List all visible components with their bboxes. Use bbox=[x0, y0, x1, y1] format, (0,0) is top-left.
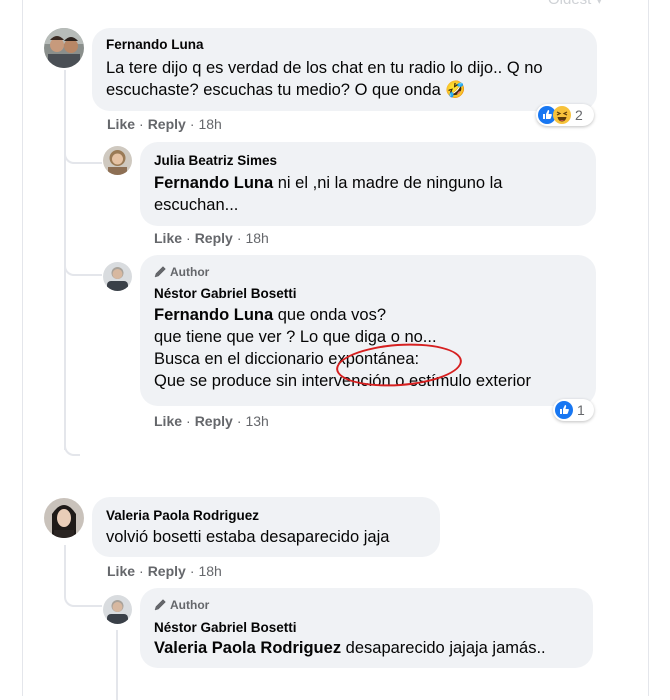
author-badge-label: Author bbox=[170, 265, 210, 279]
thread-connector bbox=[64, 140, 102, 164]
comment-actions: Like · Reply · 18h bbox=[107, 563, 222, 579]
page-border-right bbox=[648, 0, 649, 696]
comment-line: que onda vos? bbox=[273, 306, 387, 324]
commenter-name[interactable]: Néstor Gabriel Bosetti bbox=[154, 620, 297, 635]
thread-connector bbox=[64, 250, 102, 276]
comment-bubble: Author Néstor Gabriel Bosetti Valeria Pa… bbox=[140, 588, 593, 668]
reply-button[interactable]: Reply bbox=[195, 413, 233, 429]
commenter-name[interactable]: Néstor Gabriel Bosetti bbox=[154, 286, 297, 301]
commenter-name[interactable]: Valeria Paola Rodriguez bbox=[106, 508, 259, 523]
comment-text: Valeria Paola Rodriguez desaparecido jaj… bbox=[154, 637, 594, 659]
reaction-summary[interactable]: 2 bbox=[536, 104, 594, 126]
comment-actions: Like · Reply · 18h bbox=[107, 116, 222, 132]
like-button[interactable]: Like bbox=[107, 563, 135, 579]
comment-bubble: Fernando Luna La tere dijo q es verdad d… bbox=[92, 28, 597, 111]
timestamp[interactable]: 18h bbox=[245, 230, 268, 246]
thread-connector bbox=[64, 583, 102, 607]
like-icon bbox=[555, 401, 573, 419]
comment-text: La tere dijo q es verdad de los chat en … bbox=[106, 59, 543, 99]
mention-link[interactable]: Valeria Paola Rodriguez bbox=[154, 639, 341, 657]
pencil-icon bbox=[154, 599, 166, 611]
reply-button[interactable]: Reply bbox=[148, 563, 186, 579]
mention-link[interactable]: Fernando Luna bbox=[154, 306, 273, 324]
author-badge: Author bbox=[154, 265, 209, 279]
comment-text: volvió bosetti estaba desaparecido jaja bbox=[106, 528, 390, 546]
commenter-name[interactable]: Fernando Luna bbox=[106, 37, 204, 52]
comment-actions: Like · Reply · 18h bbox=[154, 230, 269, 246]
avatar-photo-icon bbox=[44, 28, 84, 68]
timestamp[interactable]: 13h bbox=[245, 413, 268, 429]
commenter-name[interactable]: Julia Beatriz Simes bbox=[154, 153, 277, 168]
reaction-count: 1 bbox=[577, 402, 585, 418]
like-button[interactable]: Like bbox=[154, 230, 182, 246]
author-badge-label: Author bbox=[170, 598, 210, 612]
avatar[interactable] bbox=[44, 498, 84, 538]
timestamp[interactable]: 18h bbox=[198, 563, 221, 579]
reaction-summary[interactable]: 1 bbox=[553, 399, 594, 421]
avatar[interactable] bbox=[103, 146, 132, 175]
comment-bubble: Valeria Paola Rodriguez volvió bosetti e… bbox=[92, 497, 440, 557]
like-button[interactable]: Like bbox=[154, 413, 182, 429]
pencil-icon bbox=[154, 266, 166, 278]
thread-line bbox=[116, 630, 118, 700]
avatar[interactable] bbox=[44, 28, 84, 68]
sort-dropdown[interactable]: Oldest ▾ bbox=[548, 0, 603, 8]
author-badge: Author bbox=[154, 598, 209, 612]
page-border-left bbox=[22, 0, 23, 696]
avatar[interactable] bbox=[103, 595, 132, 624]
comment-bubble: Julia Beatriz Simes Fernando Luna ni el … bbox=[140, 142, 596, 226]
mention-link[interactable]: Fernando Luna bbox=[154, 174, 273, 192]
timestamp[interactable]: 18h bbox=[198, 116, 221, 132]
reply-button[interactable]: Reply bbox=[195, 230, 233, 246]
avatar-photo-icon bbox=[103, 595, 132, 624]
avatar-photo-icon bbox=[103, 262, 132, 291]
avatar-photo-icon bbox=[44, 498, 84, 538]
reaction-count: 2 bbox=[575, 107, 583, 123]
comment-body: desaparecido jajaja jamás.. bbox=[341, 639, 546, 657]
thread-connector bbox=[64, 430, 80, 456]
comment-actions: Like · Reply · 13h bbox=[154, 413, 269, 429]
like-button[interactable]: Like bbox=[107, 116, 135, 132]
comment-text: Fernando Luna ni el ,ni la madre de ning… bbox=[154, 172, 574, 216]
reply-button[interactable]: Reply bbox=[148, 116, 186, 132]
avatar-photo-icon bbox=[103, 146, 132, 175]
avatar[interactable] bbox=[103, 262, 132, 291]
haha-icon bbox=[553, 106, 571, 124]
comment-line: que tiene que ver ? Lo que diga o no... bbox=[154, 328, 437, 346]
